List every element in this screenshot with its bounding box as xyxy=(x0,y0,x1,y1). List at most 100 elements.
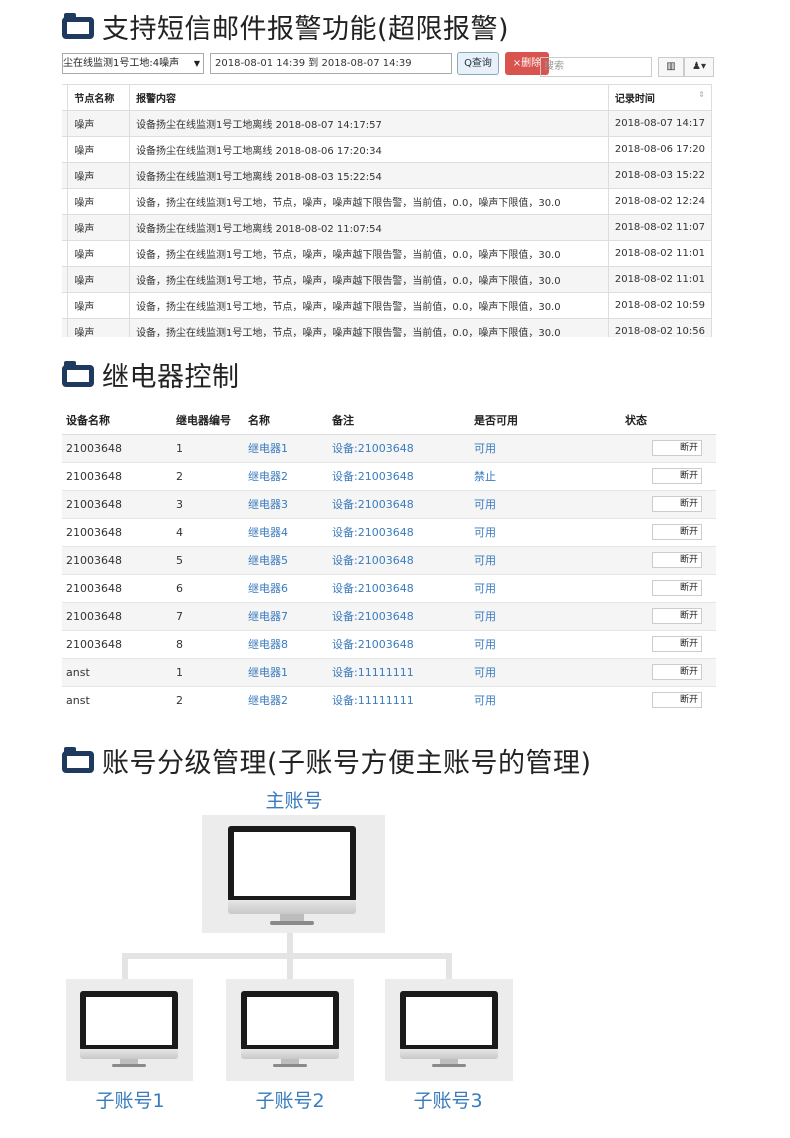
disconnect-button[interactable]: 断开 xyxy=(652,440,702,456)
disconnect-button[interactable]: 断开 xyxy=(652,552,702,568)
available-link[interactable]: 可用 xyxy=(470,658,566,687)
account-section-title-text: 账号分级管理(子账号方便主账号的管理) xyxy=(102,747,592,779)
relay-name-link[interactable]: 继电器5 xyxy=(244,546,328,575)
query-button[interactable]: Q查询 xyxy=(457,52,499,75)
status-cell: 断开 xyxy=(566,658,716,687)
record-time-cell: 2018-08-02 12:24 xyxy=(607,188,713,215)
device-name-cell: anst xyxy=(62,686,172,708)
status-cell: 断开 xyxy=(566,518,716,547)
table-row: 21003648 3 继电器3 设备:21003648 可用 断开 xyxy=(62,490,716,519)
table-row: 21003648 7 继电器7 设备:21003648 可用 断开 xyxy=(62,602,716,631)
relay-name-link[interactable]: 继电器1 xyxy=(244,658,328,687)
device-name-cell: 21003648 xyxy=(62,434,172,463)
device-name-cell: 21003648 xyxy=(62,490,172,519)
relay-number-cell: 6 xyxy=(172,574,244,603)
header-node-name[interactable]: 节点名称 xyxy=(67,84,131,111)
alarm-content-cell: 设备，扬尘在线监测1号工地，节点，噪声，噪声越下限告警，当前值，0.0，噪声下限… xyxy=(129,188,609,215)
node-name-cell: 噪声 xyxy=(67,240,131,267)
device-name-cell: 21003648 xyxy=(62,546,172,575)
disconnect-button[interactable]: 断开 xyxy=(652,468,702,484)
columns-icon[interactable]: ▥ xyxy=(658,57,684,77)
remark-link[interactable]: 设备:11111111 xyxy=(328,686,470,708)
record-time-cell: 2018-08-03 15:22 xyxy=(607,162,713,189)
header-alarm-content[interactable]: 报警内容 xyxy=(129,84,609,111)
relay-name-link[interactable]: 继电器3 xyxy=(244,490,328,519)
disconnect-button[interactable]: 断开 xyxy=(652,580,702,596)
relay-number-cell: 1 xyxy=(172,434,244,463)
remark-link[interactable]: 设备:21003648 xyxy=(328,546,470,575)
available-link[interactable]: 可用 xyxy=(470,686,566,708)
status-cell: 断开 xyxy=(566,602,716,631)
relay-name-link[interactable]: 继电器1 xyxy=(244,434,328,463)
table-row[interactable]: 噪声 设备扬尘在线监测1号工地离线 2018-08-06 17:20:34 2018… xyxy=(62,136,713,163)
relay-number-cell: 5 xyxy=(172,546,244,575)
relay-name-link[interactable]: 继电器2 xyxy=(244,462,328,491)
available-link[interactable]: 可用 xyxy=(470,602,566,631)
remark-link[interactable]: 设备:11111111 xyxy=(328,658,470,687)
disconnect-button[interactable]: 断开 xyxy=(652,664,702,680)
available-link[interactable]: 可用 xyxy=(470,546,566,575)
disconnect-button[interactable]: 断开 xyxy=(652,636,702,652)
remark-link[interactable]: 设备:21003648 xyxy=(328,602,470,631)
remark-link[interactable]: 设备:21003648 xyxy=(328,630,470,659)
node-select[interactable]: 尘在线监测1号工地:4噪声 ▼ xyxy=(62,53,204,74)
header-remark: 备注 xyxy=(328,406,470,435)
alarm-content-cell: 设备扬尘在线监测1号工地离线 2018-08-03 15:22:54 xyxy=(129,162,609,189)
header-record-time[interactable]: 记录时间 ⇕ xyxy=(607,84,713,111)
relay-name-link[interactable]: 继电器8 xyxy=(244,630,328,659)
remark-link[interactable]: 设备:21003648 xyxy=(328,434,470,463)
available-link[interactable]: 可用 xyxy=(470,574,566,603)
alarm-content-cell: 设备，扬尘在线监测1号工地，节点，噪声，噪声越下限告警，当前值，0.0，噪声下限… xyxy=(129,266,609,293)
table-row[interactable]: 噪声 设备扬尘在线监测1号工地离线 2018-08-02 11:07:54 2018… xyxy=(62,214,713,241)
relay-number-cell: 3 xyxy=(172,490,244,519)
sub-account-label-1: 子账号1 xyxy=(95,1090,165,1112)
folder-icon xyxy=(62,360,94,388)
table-row[interactable]: 噪声 设备，扬尘在线监测1号工地，节点，噪声，噪声越下限告警，当前值，0.0，噪声… xyxy=(62,240,713,267)
available-link[interactable]: 禁止 xyxy=(470,462,566,491)
user-dropdown-icon[interactable]: ♟▾ xyxy=(684,57,714,77)
disconnect-button[interactable]: 断开 xyxy=(652,496,702,512)
relay-section-title-text: 继电器控制 xyxy=(102,361,240,393)
relay-name-link[interactable]: 继电器2 xyxy=(244,686,328,708)
table-row: 21003648 2 继电器2 设备:21003648 禁止 断开 xyxy=(62,462,716,491)
table-row: 21003648 1 继电器1 设备:21003648 可用 断开 xyxy=(62,434,716,463)
main-account-label: 主账号 xyxy=(265,790,323,812)
table-row: anst 1 继电器1 设备:11111111 可用 断开 xyxy=(62,658,716,687)
table-row[interactable]: 噪声 设备，扬尘在线监测1号工地，节点，噪声，噪声越下限告警，当前值，0.0，噪声… xyxy=(62,318,713,337)
relay-table-container: 设备名称 继电器编号 名称 备注 是否可用 状态 21003648 1 继电器1 设备… xyxy=(62,406,716,708)
table-row: 21003648 4 继电器4 设备:21003648 可用 断开 xyxy=(62,518,716,547)
available-link[interactable]: 可用 xyxy=(470,490,566,519)
device-name-cell: 21003648 xyxy=(62,602,172,631)
date-range-input[interactable]: 2018-08-01 14:39 到 2018-08-07 14:39 xyxy=(210,53,452,74)
disconnect-button[interactable]: 断开 xyxy=(652,608,702,624)
table-row[interactable]: 噪声 设备扬尘在线监测1号工地离线 2018-08-03 15:22:54 2018… xyxy=(62,162,713,189)
table-row[interactable]: 噪声 设备，扬尘在线监测1号工地，节点，噪声，噪声越下限告警，当前值，0.0，噪声… xyxy=(62,266,713,293)
remark-link[interactable]: 设备:21003648 xyxy=(328,574,470,603)
remark-link[interactable]: 设备:21003648 xyxy=(328,462,470,491)
available-link[interactable]: 可用 xyxy=(470,630,566,659)
table-row[interactable]: 噪声 设备，扬尘在线监测1号工地，节点，噪声，噪声越下限告警，当前值，0.0，噪声… xyxy=(62,188,713,215)
relay-name-link[interactable]: 继电器7 xyxy=(244,602,328,631)
available-link[interactable]: 可用 xyxy=(470,434,566,463)
alarm-content-cell: 设备，扬尘在线监测1号工地，节点，噪声，噪声越下限告警，当前值，0.0，噪声下限… xyxy=(129,292,609,319)
disconnect-button[interactable]: 断开 xyxy=(652,692,702,708)
table-row: 21003648 6 继电器6 设备:21003648 可用 断开 xyxy=(62,574,716,603)
alarm-content-cell: 设备扬尘在线监测1号工地离线 2018-08-07 14:17:57 xyxy=(129,110,609,137)
relay-number-cell: 1 xyxy=(172,658,244,687)
search-input[interactable]: 搜索 xyxy=(540,57,652,77)
relay-number-cell: 2 xyxy=(172,462,244,491)
table-row[interactable]: 噪声 设备，扬尘在线监测1号工地，节点，噪声，噪声越下限告警，当前值，0.0，噪声… xyxy=(62,292,713,319)
disconnect-button[interactable]: 断开 xyxy=(652,524,702,540)
table-row[interactable]: 噪声 设备扬尘在线监测1号工地离线 2018-08-07 14:17:57 2018… xyxy=(62,110,713,137)
node-name-cell: 噪声 xyxy=(67,266,131,293)
record-time-cell: 2018-08-02 10:59 xyxy=(607,292,713,319)
alarm-content-cell: 设备扬尘在线监测1号工地离线 2018-08-02 11:07:54 xyxy=(129,214,609,241)
device-name-cell: 21003648 xyxy=(62,574,172,603)
remark-link[interactable]: 设备:21003648 xyxy=(328,518,470,547)
status-cell: 断开 xyxy=(566,686,716,708)
alarm-toolbar: 尘在线监测1号工地:4噪声 ▼ 2018-08-01 14:39 到 2018-… xyxy=(62,52,714,77)
remark-link[interactable]: 设备:21003648 xyxy=(328,490,470,519)
available-link[interactable]: 可用 xyxy=(470,518,566,547)
relay-name-link[interactable]: 继电器4 xyxy=(244,518,328,547)
relay-name-link[interactable]: 继电器6 xyxy=(244,574,328,603)
